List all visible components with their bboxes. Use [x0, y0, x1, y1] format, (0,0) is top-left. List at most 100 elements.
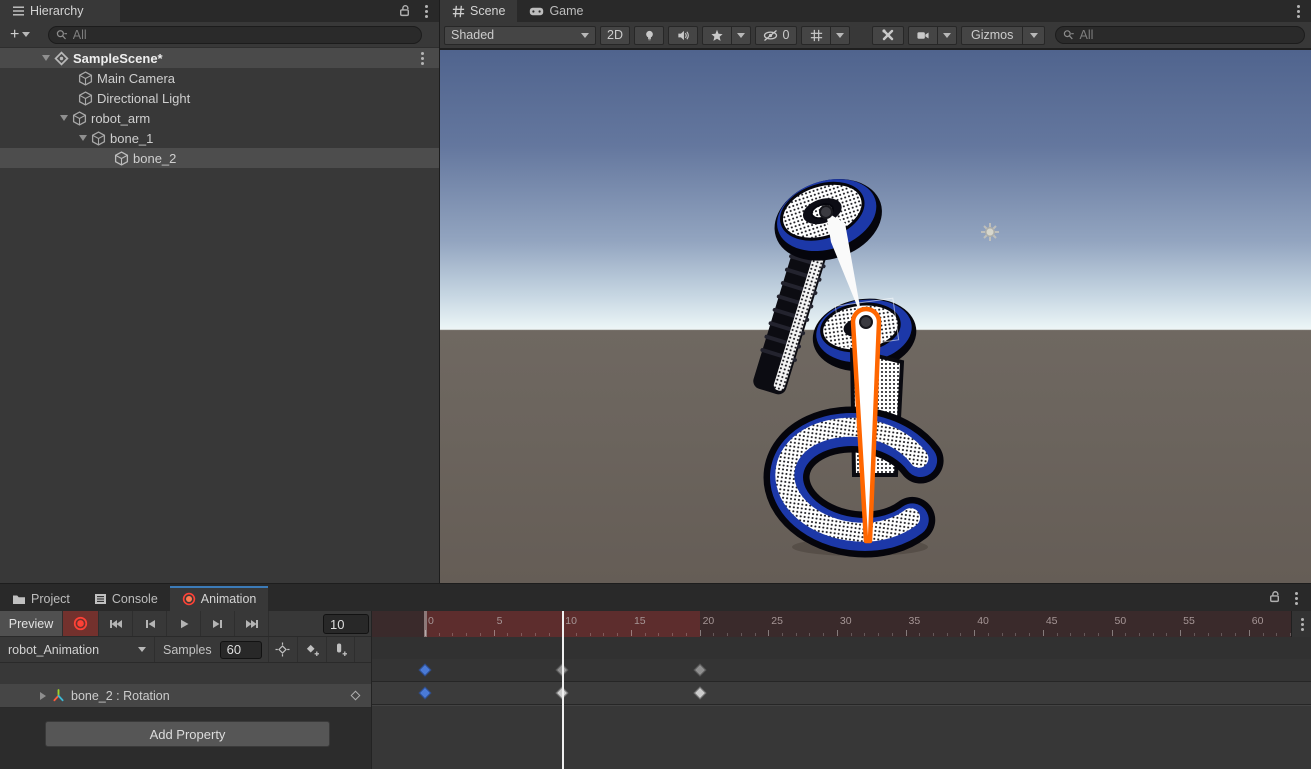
previous-frame-button[interactable]	[133, 611, 167, 636]
clip-dropdown[interactable]: robot_Animation	[0, 637, 155, 662]
ruler-label: 30	[840, 615, 852, 627]
tab-scene[interactable]: Scene	[440, 0, 517, 22]
scene-grid-button[interactable]	[801, 26, 831, 45]
item-label: bone_1	[110, 131, 153, 146]
grid-axis-icon	[810, 29, 823, 42]
keyframe-frame-20[interactable]	[693, 687, 706, 700]
ruler-tick	[796, 633, 797, 636]
step-back-icon	[144, 619, 156, 629]
ruler-label: 25	[771, 615, 783, 627]
2d-toggle-button[interactable]: 2D	[600, 26, 630, 45]
ruler-tick	[1235, 633, 1236, 636]
hierarchy-item-samplescene[interactable]: SampleScene*	[0, 48, 439, 68]
preview-toggle-button[interactable]: Preview	[0, 611, 63, 636]
keyframe-frame-20[interactable]	[693, 664, 706, 677]
scene-row-menu-icon[interactable]	[415, 50, 429, 66]
foldout-open-icon[interactable]	[60, 115, 68, 121]
playhead[interactable]	[562, 611, 564, 769]
add-keyframe-icon	[304, 642, 320, 657]
chevron-down-icon	[737, 33, 745, 38]
scene-menu-icon[interactable]	[1291, 3, 1305, 19]
record-toggle-button[interactable]	[63, 611, 99, 636]
bottom-menu-icon[interactable]	[1289, 590, 1303, 606]
search-icon	[56, 29, 68, 41]
keyframe-frame-0[interactable]	[419, 687, 432, 700]
skip-first-icon	[109, 619, 123, 629]
samples-input[interactable]	[220, 641, 262, 659]
scene-lighting-button[interactable]	[634, 26, 664, 45]
dopesheet-empty-area[interactable]	[372, 705, 1311, 769]
tab-project[interactable]: Project	[0, 586, 82, 611]
scene-grid-dropdown[interactable]	[831, 26, 850, 45]
ruler-tick	[1208, 633, 1209, 636]
ruler-tick	[851, 633, 852, 636]
scene-name-label: SampleScene*	[73, 51, 163, 66]
scene-visibility-button[interactable]: 0	[755, 26, 797, 45]
ruler-tick	[1043, 630, 1044, 636]
dopesheet-summary-track[interactable]	[372, 659, 1311, 682]
hierarchy-lock-icon[interactable]	[398, 4, 411, 17]
samples-label: Samples	[155, 643, 220, 657]
scene-audio-button[interactable]	[668, 26, 698, 45]
scene-viewport[interactable]	[440, 48, 1311, 583]
play-button[interactable]	[167, 611, 201, 636]
shading-mode-dropdown[interactable]: Shaded	[444, 26, 596, 45]
tab-game[interactable]: Game	[517, 0, 595, 22]
ruler-tick	[1002, 633, 1003, 636]
console-icon	[94, 593, 107, 605]
ruler-tick	[974, 630, 975, 636]
timeline-gap	[372, 637, 1311, 659]
add-property-area: Add Property	[0, 708, 371, 769]
scene-search-input[interactable]	[1079, 28, 1297, 42]
timeline-ruler[interactable]: 051015202530354045505560	[372, 611, 1311, 637]
foldout-open-icon[interactable]	[79, 135, 87, 141]
component-tools-button[interactable]	[872, 26, 904, 45]
ruler-tick	[425, 630, 426, 636]
last-frame-button[interactable]	[235, 611, 269, 636]
scene-camera-button[interactable]	[908, 26, 938, 45]
foldout-open-icon[interactable]	[42, 55, 50, 61]
hierarchy-item-robot-arm[interactable]: robot_arm	[0, 108, 439, 128]
first-frame-button[interactable]	[99, 611, 133, 636]
ruler-tick	[892, 633, 893, 636]
ruler-tick	[1249, 630, 1250, 636]
skip-last-icon	[245, 619, 259, 629]
tab-console[interactable]: Console	[82, 586, 170, 611]
scene-effects-button[interactable]	[702, 26, 732, 45]
chevron-down-icon	[581, 33, 589, 38]
property-row-bone2-rotation[interactable]: bone_2 : Rotation	[0, 684, 371, 708]
current-frame-input[interactable]	[323, 614, 369, 634]
tab-hierarchy-label: Hierarchy	[30, 4, 84, 18]
create-object-button[interactable]: +	[6, 26, 34, 44]
tab-hierarchy[interactable]: Hierarchy	[0, 0, 120, 22]
next-frame-button[interactable]	[201, 611, 235, 636]
bottom-lock-icon[interactable]	[1268, 590, 1281, 603]
ruler-menu-button[interactable]	[1291, 611, 1311, 637]
keyframe-selector-button[interactable]	[268, 637, 297, 662]
hierarchy-search-input[interactable]	[73, 28, 415, 42]
keyframe-frame-0[interactable]	[419, 664, 432, 677]
scene-camera-dropdown[interactable]	[938, 26, 957, 45]
hierarchy-search[interactable]	[48, 26, 422, 44]
foldout-closed-icon[interactable]	[40, 692, 46, 700]
ruler-tick	[1180, 630, 1181, 636]
add-keyframe-button[interactable]	[297, 637, 326, 662]
gizmos-chevron[interactable]	[1023, 26, 1045, 45]
hierarchy-item-directional-light[interactable]: Directional Light	[0, 88, 439, 108]
scene-effects-dropdown[interactable]	[732, 26, 751, 45]
add-property-button[interactable]: Add Property	[45, 721, 330, 747]
scene-search[interactable]	[1055, 26, 1305, 44]
hierarchy-menu-icon[interactable]	[419, 3, 433, 19]
hierarchy-item-bone-1[interactable]: bone_1	[0, 128, 439, 148]
property-keyframe-diamond-icon[interactable]	[351, 691, 361, 701]
hierarchy-item-bone-2[interactable]: bone_2	[0, 148, 439, 168]
dopesheet-rotation-track[interactable]	[372, 682, 1311, 705]
add-event-button[interactable]	[326, 637, 355, 662]
hierarchy-item-main-camera[interactable]: Main Camera	[0, 68, 439, 88]
search-icon	[1063, 29, 1075, 41]
ruler-tick	[864, 633, 865, 636]
tab-animation[interactable]: Animation	[170, 586, 269, 611]
scene-toolbar: Shaded 2D 0	[440, 22, 1311, 48]
gizmos-dropdown[interactable]: Gizmos	[961, 26, 1023, 45]
ruler-tick	[672, 633, 673, 636]
